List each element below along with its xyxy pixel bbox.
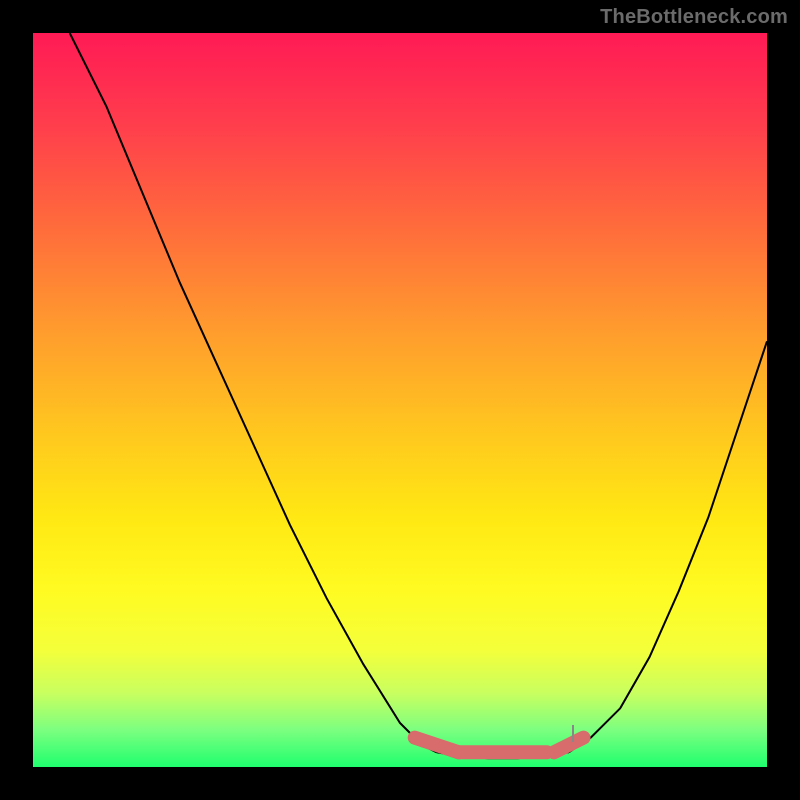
watermark-text: TheBottleneck.com: [600, 6, 788, 29]
curve-layer: [33, 33, 767, 767]
plot-area: [33, 33, 767, 767]
chart-frame: TheBottleneck.com: [0, 0, 800, 800]
curve-left-arm: [70, 33, 437, 752]
curve-group: [70, 33, 767, 758]
highlight-segment: [554, 738, 583, 753]
curve-right-arm: [569, 341, 767, 752]
highlight-group: [415, 738, 584, 753]
